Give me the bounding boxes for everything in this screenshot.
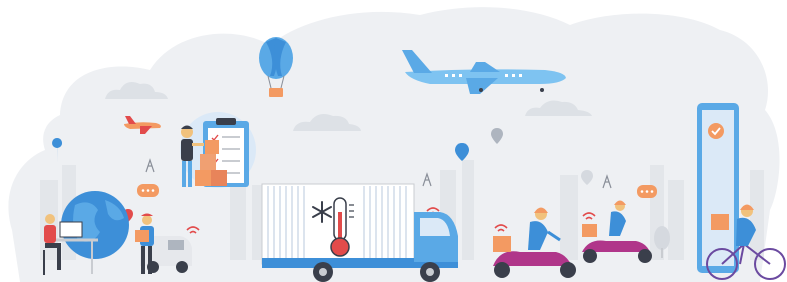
logistics-illustration bbox=[8, 7, 786, 282]
checkmark-icon bbox=[708, 123, 724, 139]
chat-bubble-icon bbox=[137, 184, 159, 197]
chat-bubble-icon bbox=[637, 185, 657, 198]
